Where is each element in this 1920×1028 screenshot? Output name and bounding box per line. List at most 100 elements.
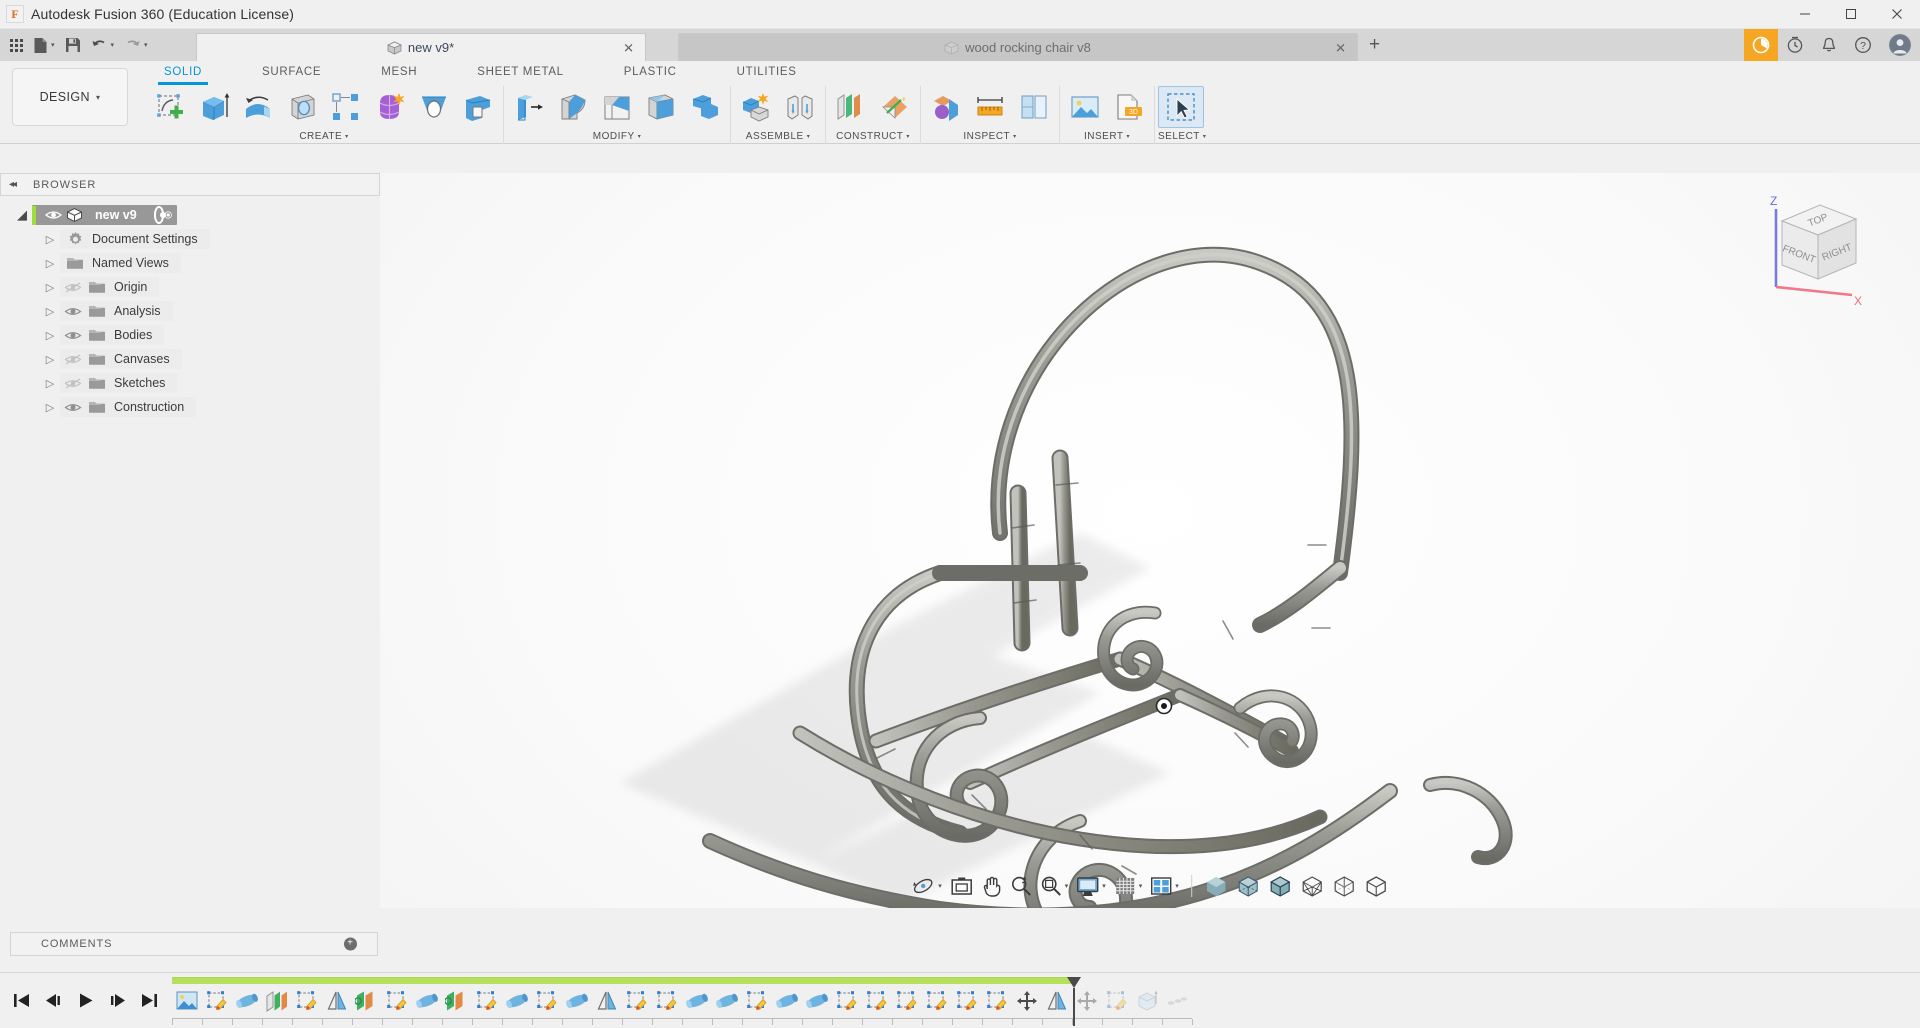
expand-arrow-icon[interactable]: ▷ bbox=[40, 257, 60, 270]
ribbon-tab-mesh[interactable]: MESH bbox=[371, 61, 427, 82]
timeline-feature-plane-offset[interactable] bbox=[352, 987, 382, 1015]
eye-visible-icon[interactable] bbox=[40, 209, 66, 221]
tree-node-bodies[interactable]: Bodies bbox=[60, 325, 164, 345]
ribbon-group-label-assemble[interactable]: ASSEMBLE▾ bbox=[734, 128, 822, 144]
eye-hidden-icon[interactable] bbox=[60, 281, 86, 294]
ribbon-tab-utilities[interactable]: UTILITIES bbox=[727, 61, 807, 82]
combine-button[interactable] bbox=[683, 86, 727, 128]
interference-button[interactable] bbox=[924, 86, 968, 128]
expand-arrow-icon[interactable]: ◢ bbox=[12, 207, 32, 223]
display-style-w 3d-wireframe-hidden[interactable] bbox=[1328, 871, 1360, 901]
revolve-button[interactable] bbox=[236, 86, 280, 128]
timeline-feature-move[interactable] bbox=[1012, 987, 1042, 1015]
timeline-feature-sketch[interactable] bbox=[532, 987, 562, 1015]
tree-node-document-settings[interactable]: Document Settings bbox=[60, 229, 210, 249]
timeline-playhead[interactable] bbox=[1067, 977, 1081, 1025]
zoom-window-button[interactable]: ▾ bbox=[1036, 871, 1073, 901]
tree-node-root[interactable]: new v9 bbox=[32, 205, 177, 225]
extrude-button[interactable] bbox=[192, 86, 236, 128]
pan-button[interactable] bbox=[977, 871, 1006, 901]
tree-row-bodies[interactable]: ▷ Bodies bbox=[0, 323, 380, 347]
timeline-feature-sketch[interactable] bbox=[982, 987, 1012, 1015]
tree-row-canvases[interactable]: ▷ Canvases bbox=[0, 347, 380, 371]
eye-hidden-icon[interactable] bbox=[60, 353, 86, 366]
fillet-button[interactable] bbox=[551, 86, 595, 128]
app-grid-icon[interactable] bbox=[6, 32, 27, 58]
timeline-feature-canvas[interactable] bbox=[172, 987, 202, 1015]
close-icon[interactable]: ✕ bbox=[1334, 41, 1348, 54]
tree-node-canvases[interactable]: Canvases bbox=[60, 349, 182, 369]
rib-button[interactable] bbox=[456, 86, 500, 128]
timeline-feature-sketch[interactable] bbox=[952, 987, 982, 1015]
expand-arrow-icon[interactable]: ▷ bbox=[40, 377, 60, 390]
timeline-feature-plane[interactable] bbox=[262, 987, 292, 1015]
expand-arrow-icon[interactable]: ▷ bbox=[40, 233, 60, 246]
sweep-button[interactable] bbox=[280, 86, 324, 128]
viewports-button[interactable]: ▾ bbox=[1146, 871, 1183, 901]
tree-node-analysis[interactable]: Analysis bbox=[60, 301, 173, 321]
tree-row-sketches[interactable]: ▷ Sketches bbox=[0, 371, 380, 395]
ribbon-group-label-insert[interactable]: INSERT▾ bbox=[1063, 128, 1151, 144]
display-style-shaded-visible-edges[interactable] bbox=[1264, 871, 1296, 901]
ribbon-tab-solid[interactable]: SOLID bbox=[154, 61, 212, 82]
zoom-button[interactable] bbox=[1006, 871, 1036, 901]
rocking-chair-model[interactable] bbox=[380, 173, 1920, 908]
eye-hidden-icon[interactable] bbox=[60, 377, 86, 390]
tree-row-origin[interactable]: ▷ Origin bbox=[0, 275, 380, 299]
measure-button[interactable] bbox=[968, 86, 1012, 128]
tree-node-sketches[interactable]: Sketches bbox=[60, 373, 177, 393]
display-style-wireframe-visible-edges[interactable] bbox=[1360, 871, 1392, 901]
close-icon[interactable]: ✕ bbox=[622, 41, 636, 54]
timeline-feature-pipe[interactable] bbox=[562, 987, 592, 1015]
expand-arrow-icon[interactable]: ▷ bbox=[40, 281, 60, 294]
timeline-feature-sketch[interactable] bbox=[472, 987, 502, 1015]
offset-plane-button[interactable] bbox=[829, 86, 873, 128]
tree-node-construction[interactable]: Construction bbox=[60, 397, 196, 417]
timeline-feature-sketch[interactable] bbox=[922, 987, 952, 1015]
timeline-feature-extrude[interactable] bbox=[1132, 987, 1162, 1015]
minimize-button[interactable] bbox=[1782, 0, 1828, 29]
tree-row-named-views[interactable]: ▷ Named Views bbox=[0, 251, 380, 275]
eye-visible-icon[interactable] bbox=[60, 401, 86, 414]
expand-arrow-icon[interactable]: ▷ bbox=[40, 401, 60, 414]
tree-row-root[interactable]: ◢ new v9 bbox=[0, 203, 380, 227]
comments-panel[interactable]: COMMENTS + bbox=[10, 932, 378, 956]
insert-mcmaster-button[interactable]: 3D bbox=[1107, 86, 1151, 128]
expand-arrow-icon[interactable]: ▷ bbox=[40, 305, 60, 318]
rectangular-pattern-button[interactable] bbox=[324, 86, 368, 128]
document-tab-active[interactable]: new v9* ✕ bbox=[196, 33, 646, 61]
ribbon-group-label-inspect[interactable]: INSPECT▾ bbox=[924, 128, 1056, 144]
timeline-feature-sketch[interactable] bbox=[892, 987, 922, 1015]
job-status-icon[interactable] bbox=[1744, 29, 1778, 61]
timeline-feature-pipe[interactable] bbox=[412, 987, 442, 1015]
look-at-button[interactable] bbox=[946, 871, 977, 901]
create-form-button[interactable] bbox=[368, 86, 412, 128]
ribbon-group-label-select[interactable]: SELECT▾ bbox=[1158, 128, 1206, 144]
timeline-feature-pipe[interactable] bbox=[772, 987, 802, 1015]
expand-arrow-icon[interactable]: ▷ bbox=[40, 329, 60, 342]
step-back-button[interactable] bbox=[40, 986, 66, 1016]
close-button[interactable] bbox=[1874, 0, 1920, 29]
document-tab-inactive[interactable]: wood rocking chair v8 ✕ bbox=[678, 33, 1358, 61]
ribbon-group-label-create[interactable]: CREATE▾ bbox=[148, 128, 500, 144]
ribbon-tab-plastic[interactable]: PLASTIC bbox=[614, 61, 687, 82]
timeline-feature-pipe[interactable] bbox=[712, 987, 742, 1015]
loft-button[interactable] bbox=[412, 86, 456, 128]
timeline-feature-pattern[interactable] bbox=[1162, 987, 1192, 1015]
tree-node-named-views[interactable]: Named Views bbox=[60, 253, 181, 273]
timeline-feature-pipe[interactable] bbox=[502, 987, 532, 1015]
create-sketch-button[interactable] bbox=[148, 86, 192, 128]
timeline-feature-sketch[interactable] bbox=[652, 987, 682, 1015]
timeline-feature-pipe[interactable] bbox=[232, 987, 262, 1015]
eye-visible-icon[interactable] bbox=[60, 305, 86, 318]
display-style-wireframe[interactable] bbox=[1296, 871, 1328, 901]
go-to-end-button[interactable] bbox=[136, 986, 162, 1016]
workspace-switcher[interactable]: DESIGN ▾ bbox=[12, 68, 128, 126]
timeline-feature-sketch[interactable] bbox=[382, 987, 412, 1015]
undo-button[interactable]: ▾ bbox=[87, 32, 119, 58]
timeline-feature-sketch[interactable] bbox=[1102, 987, 1132, 1015]
new-file-button[interactable]: ▾ bbox=[29, 32, 59, 58]
timeline-feature-pipe[interactable] bbox=[682, 987, 712, 1015]
maximize-button[interactable] bbox=[1828, 0, 1874, 29]
eye-visible-icon[interactable] bbox=[60, 329, 86, 342]
